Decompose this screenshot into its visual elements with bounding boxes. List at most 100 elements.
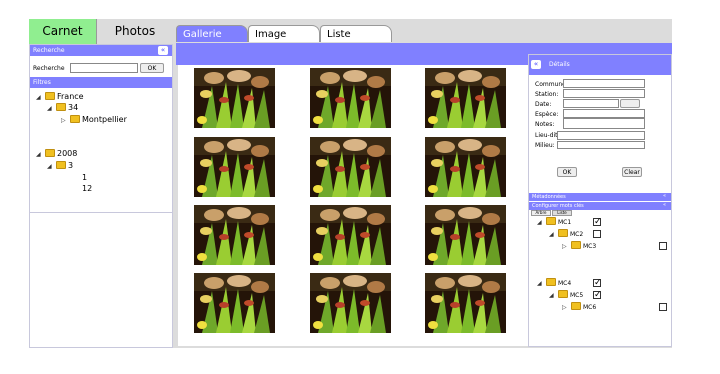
tree-item-2008[interactable]: ◢ 2008	[36, 149, 77, 158]
configurer-header[interactable]: Configurer mots clés	[529, 202, 671, 210]
kw-label: MC5	[570, 292, 584, 299]
folder-icon	[56, 103, 66, 111]
folder-icon	[546, 278, 556, 286]
notes-label: Notes:	[535, 121, 555, 128]
search-ok-button[interactable]: OK	[140, 63, 164, 73]
gallery-thumbnail[interactable]	[310, 137, 391, 197]
gallery	[178, 65, 528, 346]
main-tabs: Gallerie Image Liste	[176, 25, 672, 44]
configurer-label: Configurer mots clés	[532, 203, 584, 209]
divider	[30, 212, 172, 213]
gallery-thumbnail[interactable]	[194, 205, 275, 265]
tab-photos[interactable]: Photos	[97, 19, 173, 44]
kw-checkbox-mc3[interactable]	[659, 242, 667, 250]
gallery-thumbnail[interactable]	[194, 137, 275, 197]
kw-label: MC4	[558, 280, 572, 287]
folder-icon	[45, 92, 55, 100]
expanded-icon[interactable]: ◢	[549, 231, 558, 238]
station-field[interactable]	[563, 89, 645, 98]
gallery-thumbnail[interactable]	[425, 137, 506, 197]
folder-icon	[45, 149, 55, 157]
date-label: Date:	[535, 101, 552, 108]
gallery-thumbnail[interactable]	[310, 68, 391, 128]
tab-image[interactable]: Image	[248, 25, 320, 42]
tree-item-12[interactable]: 12	[82, 184, 92, 193]
tree-item-montpellier[interactable]: ▷ Montpellier	[61, 115, 127, 124]
gallery-thumbnail[interactable]	[194, 68, 275, 128]
collapse-left-icon[interactable]: «	[158, 46, 168, 55]
search-header: Recherche	[30, 45, 172, 56]
kw-label: MC1	[558, 219, 572, 226]
commune-field[interactable]	[563, 79, 645, 88]
tab-arbre[interactable]: Arbre	[531, 210, 551, 216]
tree-item-1[interactable]: 1	[82, 173, 87, 182]
tree-item-3[interactable]: ◢ 3	[47, 161, 73, 170]
tree-label: France	[57, 92, 84, 101]
milieu-field[interactable]	[557, 141, 645, 149]
search-header-label: Recherche	[33, 47, 65, 54]
gallery-thumbnail[interactable]	[194, 273, 275, 333]
details-title: Détails	[549, 61, 570, 68]
tab-liste[interactable]: Liste	[320, 25, 392, 42]
tab-gallerie[interactable]: Gallerie	[176, 25, 248, 42]
milieu-label: Milieu:	[535, 142, 555, 149]
espece-field[interactable]	[563, 109, 645, 118]
gallery-thumbnail[interactable]	[425, 68, 506, 128]
kw-item-mc4[interactable]: ◢ MC4	[537, 278, 571, 287]
folder-icon	[571, 302, 581, 310]
kw-label: MC6	[583, 304, 597, 311]
collapsed-icon[interactable]: ▷	[562, 304, 571, 311]
lieudit-field[interactable]	[557, 131, 645, 140]
expanded-icon[interactable]: ◢	[549, 292, 558, 299]
collapsed-icon[interactable]: ▷	[61, 117, 70, 124]
tree-label: 3	[68, 161, 74, 170]
tree-label: Montpellier	[82, 115, 127, 124]
expanded-icon[interactable]: ◢	[47, 163, 56, 170]
expanded-icon[interactable]: ◢	[537, 280, 546, 287]
kw-checkbox-mc1[interactable]: ✓	[593, 218, 602, 227]
tree-item-france[interactable]: ◢ France	[36, 92, 84, 101]
kw-item-mc2[interactable]: ◢ MC2	[549, 229, 583, 238]
kw-item-mc3[interactable]: ▷ MC3	[562, 241, 596, 250]
left-panel: Recherche « Recherche OK Filtres ◢ France…	[29, 44, 173, 348]
kw-item-mc1[interactable]: ◢ MC1	[537, 217, 571, 226]
tab-carnet[interactable]: Carnet	[29, 19, 97, 44]
kw-checkbox-mc2[interactable]	[593, 230, 601, 238]
tree-item-34[interactable]: ◢ 34	[47, 103, 78, 112]
expanded-icon[interactable]: ◢	[47, 105, 56, 112]
station-label: Station:	[535, 91, 559, 98]
expanded-icon[interactable]: ◢	[36, 151, 45, 158]
expanded-icon[interactable]: ◢	[537, 219, 546, 226]
folder-icon	[70, 115, 80, 123]
metadonnees-label: Métadonnées	[532, 194, 566, 200]
gallery-thumbnail[interactable]	[310, 273, 391, 333]
date-picker-button[interactable]	[620, 99, 640, 108]
gallery-thumbnail[interactable]	[425, 205, 506, 265]
tab-liste-keywords[interactable]: Liste	[552, 210, 572, 216]
gallery-thumbnail[interactable]	[425, 273, 506, 333]
folder-icon	[56, 161, 66, 169]
gallery-thumbnail[interactable]	[310, 205, 391, 265]
lieudit-label: Lieu-dit:	[535, 132, 560, 139]
configurer-toggle-icon[interactable]: «	[663, 202, 666, 208]
details-clear-button[interactable]: Clear	[622, 167, 642, 177]
collapsed-icon[interactable]: ▷	[562, 243, 571, 250]
expanded-icon[interactable]: ◢	[36, 94, 45, 101]
kw-item-mc6[interactable]: ▷ MC6	[562, 302, 596, 311]
kw-checkbox-mc4[interactable]: ✓	[593, 279, 602, 288]
notes-field[interactable]	[563, 118, 645, 129]
metadonnees-header[interactable]: Métadonnées	[529, 193, 671, 201]
collapse-right-icon[interactable]: «	[531, 60, 541, 69]
filters-header: Filtres	[30, 77, 172, 88]
kw-label: MC3	[583, 243, 597, 250]
tree-label: 34	[68, 103, 79, 112]
app-window: Carnet Photos Recherche « Recherche OK F…	[29, 19, 672, 348]
search-input[interactable]	[70, 63, 138, 73]
kw-label: MC2	[570, 231, 584, 238]
metadonnees-toggle-icon[interactable]: «	[663, 193, 666, 199]
date-field[interactable]	[563, 99, 619, 108]
details-ok-button[interactable]: OK	[557, 167, 577, 177]
kw-checkbox-mc6[interactable]	[659, 303, 667, 311]
kw-item-mc5[interactable]: ◢ MC5	[549, 290, 583, 299]
kw-checkbox-mc5[interactable]: ✓	[593, 291, 602, 300]
